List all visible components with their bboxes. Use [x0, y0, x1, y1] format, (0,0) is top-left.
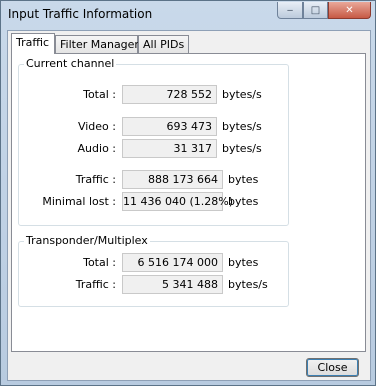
minimal-lost-unit: bytes [228, 195, 259, 208]
video-label: Video : [77, 120, 116, 133]
current-channel-group: Current channel Total : 728 552 bytes/s … [18, 57, 289, 226]
minimal-lost-row: Minimal lost : 11 436 040 (1.28%) bytes [19, 192, 288, 212]
tab-all-pids[interactable]: All PIDs [138, 35, 189, 53]
audio-row: Audio : 31 317 bytes/s [19, 139, 288, 159]
tab-filter-manager[interactable]: Filter Manager [55, 35, 139, 53]
current-channel-legend: Current channel [24, 57, 117, 70]
traffic-value: 888 173 664 [122, 170, 223, 189]
close-window-button[interactable]: ✕ [328, 2, 371, 19]
total-row: Total : 728 552 bytes/s [19, 85, 288, 105]
minimize-button[interactable]: ‒ [277, 2, 303, 19]
audio-label: Audio : [77, 142, 116, 155]
title-bar[interactable]: Input Traffic Information ‒ □ ✕ [1, 1, 375, 28]
minimal-lost-label: Minimal lost : [42, 195, 116, 208]
traffic-unit: bytes [228, 173, 259, 186]
total-label: Total : [83, 88, 116, 101]
transponder-total-row: Total : 6 516 174 000 bytes [19, 253, 288, 273]
traffic-row: Traffic : 888 173 664 bytes [19, 170, 288, 190]
transponder-group: Transponder/Multiplex Total : 6 516 174 … [18, 234, 289, 307]
maximize-icon: □ [310, 4, 321, 16]
close-button[interactable]: Close [306, 358, 359, 377]
total-value: 728 552 [122, 85, 217, 104]
transponder-traffic-row: Traffic : 5 341 488 bytes/s [19, 275, 288, 295]
transponder-traffic-unit: bytes/s [228, 278, 268, 291]
transponder-traffic-value: 5 341 488 [122, 275, 223, 294]
transponder-total-value: 6 516 174 000 [122, 253, 223, 272]
transponder-legend: Transponder/Multiplex [24, 234, 150, 247]
minimize-icon: ‒ [286, 4, 294, 16]
tab-strip: Traffic Filter Manager All PIDs [8, 31, 370, 55]
dialog-window: Input Traffic Information ‒ □ ✕ Traffic … [0, 0, 376, 386]
minimal-lost-value: 11 436 040 (1.28%) [122, 192, 233, 211]
video-unit: bytes/s [222, 120, 262, 133]
traffic-tab-panel: Current channel Total : 728 552 bytes/s … [11, 53, 366, 352]
tab-traffic[interactable]: Traffic [11, 33, 55, 54]
total-unit: bytes/s [222, 88, 262, 101]
video-row: Video : 693 473 bytes/s [19, 117, 288, 137]
dialog-client-area: Traffic Filter Manager All PIDs Current … [7, 30, 371, 381]
audio-value: 31 317 [122, 139, 217, 158]
traffic-label: Traffic : [75, 173, 116, 186]
close-icon: ✕ [345, 4, 354, 16]
transponder-traffic-label: Traffic : [75, 278, 116, 291]
window-title: Input Traffic Information [8, 7, 153, 21]
video-value: 693 473 [122, 117, 217, 136]
transponder-total-unit: bytes [228, 256, 259, 269]
maximize-button[interactable]: □ [303, 2, 328, 19]
audio-unit: bytes/s [222, 142, 262, 155]
transponder-total-label: Total : [83, 256, 116, 269]
